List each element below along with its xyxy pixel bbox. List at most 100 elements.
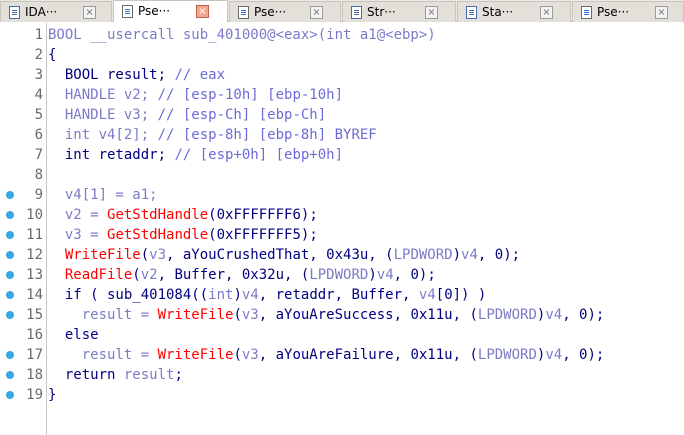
- code-line[interactable]: 17 result = WriteFile(v3, aYouAreFailure…: [0, 345, 684, 365]
- code-line[interactable]: 6 int v4[2]; // [esp-8h] [ebp-8h] BYREF: [0, 125, 684, 145]
- code-token: // [esp-Ch] [ebp-Ch]: [157, 107, 327, 123]
- code-text: int retaddr; // [esp+0h] [ebp+0h]: [48, 145, 343, 165]
- breakpoint-dot-icon[interactable]: [6, 311, 14, 319]
- breakpoint-dot-icon[interactable]: [6, 231, 14, 239]
- line-number: 12: [26, 247, 43, 263]
- code-token: HANDLE v2;: [48, 87, 158, 103]
- code-token: , aYouAreSuccess, 0x11u, (: [258, 307, 478, 323]
- breakpoint-dot-icon[interactable]: [6, 391, 14, 399]
- code-token: LPDWORD: [393, 247, 453, 263]
- code-line[interactable]: 12 WriteFile(v3, aYouCrushedThat, 0x43u,…: [0, 245, 684, 265]
- code-token: LPDWORD: [477, 347, 537, 363]
- breakpoint-dot-icon[interactable]: [6, 191, 14, 199]
- code-token: WriteFile: [48, 247, 141, 263]
- code-text: HANDLE v2; // [esp-10h] [ebp-10h]: [48, 85, 343, 105]
- code-line[interactable]: 8: [0, 165, 684, 185]
- tab-strings[interactable]: Str··· ×: [342, 1, 456, 22]
- close-icon[interactable]: ×: [310, 6, 323, 19]
- code-line[interactable]: 16 else: [0, 325, 684, 345]
- code-token: v4: [418, 287, 436, 303]
- code-token: [0]) ): [435, 287, 487, 303]
- stack-icon: [466, 6, 477, 19]
- code-line[interactable]: 14 if ( sub_401084((int)v4, retaddr, Buf…: [0, 285, 684, 305]
- code-line[interactable]: 3 BOOL result; // eax: [0, 65, 684, 85]
- code-text: result = WriteFile(v3, aYouAreSuccess, 0…: [48, 305, 605, 325]
- tab-label: Pse···: [138, 4, 171, 18]
- code-line[interactable]: 5 HANDLE v3; // [esp-Ch] [ebp-Ch]: [0, 105, 684, 125]
- code-token: result: [123, 367, 175, 383]
- line-number: 1: [34, 27, 43, 43]
- code-token: // [esp-10h] [ebp-10h]: [157, 87, 344, 103]
- line-number: 9: [34, 187, 43, 203]
- close-icon[interactable]: ×: [83, 6, 96, 19]
- code-line[interactable]: 15 result = WriteFile(v3, aYouAreSuccess…: [0, 305, 684, 325]
- tab-ida-view[interactable]: IDA··· ×: [0, 1, 112, 22]
- close-icon[interactable]: ×: [196, 5, 209, 18]
- code-line[interactable]: 10 v2 = GetStdHandle(0xFFFFFFF6);: [0, 205, 684, 225]
- code-text: return result;: [48, 365, 183, 385]
- code-token: v2 =: [48, 207, 108, 223]
- close-icon[interactable]: ×: [425, 6, 438, 19]
- code-token: // eax: [174, 67, 226, 83]
- code-line[interactable]: 1 BOOL __usercall sub_401000@<eax>(int a1…: [0, 25, 684, 45]
- code-token: int retaddr;: [48, 147, 175, 163]
- breakpoint-dot-icon[interactable]: [6, 371, 14, 379]
- breakpoint-dot-icon[interactable]: [6, 271, 14, 279]
- code-token: WriteFile: [157, 347, 234, 363]
- tab-pseudocode-3[interactable]: Pse··· ×: [572, 1, 684, 22]
- code-token: BOOL result;: [48, 67, 175, 83]
- close-icon[interactable]: ×: [540, 6, 553, 19]
- code-line[interactable]: 11 v3 = GetStdHandle(0xFFFFFFF5);: [0, 225, 684, 245]
- breakpoint-dot-icon[interactable]: [6, 351, 14, 359]
- line-number: 13: [26, 267, 43, 283]
- line-number: 14: [26, 287, 43, 303]
- code-token: }: [48, 387, 57, 403]
- code-token: , 0);: [562, 307, 605, 323]
- code-token: LPDWORD: [477, 307, 537, 323]
- code-token: , retaddr, Buffer,: [258, 287, 419, 303]
- line-number: 7: [34, 147, 43, 163]
- tab-pseudocode-2[interactable]: Pse··· ×: [229, 1, 341, 22]
- code-token: WriteFile: [157, 307, 234, 323]
- code-text: else: [48, 325, 99, 345]
- code-line[interactable]: 2{: [0, 45, 684, 65]
- code-text: }: [48, 385, 56, 405]
- code-line[interactable]: 13 ReadFile(v2, Buffer, 0x32u, (LPDWORD)…: [0, 265, 684, 285]
- code-token: , aYouCrushedThat, 0x43u, (: [166, 247, 394, 263]
- close-icon[interactable]: ×: [655, 6, 668, 19]
- line-number: 17: [26, 347, 43, 363]
- code-token: , 0);: [393, 267, 436, 283]
- line-number: 16: [26, 327, 43, 343]
- code-token: v3: [241, 307, 259, 323]
- code-token: ): [233, 287, 242, 303]
- code-token: v4: [241, 287, 259, 303]
- line-number: 15: [26, 307, 43, 323]
- breakpoint-dot-icon[interactable]: [6, 251, 14, 259]
- code-line[interactable]: 18 return result;: [0, 365, 684, 385]
- code-line[interactable]: 7 int retaddr; // [esp+0h] [ebp+0h]: [0, 145, 684, 165]
- tab-pseudocode-active[interactable]: Pse··· ×: [113, 0, 228, 22]
- tab-stack[interactable]: Sta··· ×: [457, 1, 571, 22]
- code-text: WriteFile(v3, aYouCrushedThat, 0x43u, (L…: [48, 245, 520, 265]
- tab-label: Str···: [367, 5, 396, 19]
- code-token: , 0);: [477, 247, 521, 263]
- code-token: , Buffer, 0x32u, (: [157, 267, 310, 283]
- code-text: if ( sub_401084((int)v4, retaddr, Buffer…: [48, 285, 487, 305]
- code-line[interactable]: 19}: [0, 385, 684, 405]
- code-line[interactable]: 4 HANDLE v2; // [esp-10h] [ebp-10h]: [0, 85, 684, 105]
- line-number: 2: [34, 47, 43, 63]
- code-token: int v4[2];: [48, 127, 158, 143]
- breakpoint-dot-icon[interactable]: [6, 291, 14, 299]
- code-text: ReadFile(v2, Buffer, 0x32u, (LPDWORD)v4,…: [48, 265, 436, 285]
- code-token: (: [233, 347, 242, 363]
- code-token: v4[1] = a1;: [48, 187, 158, 203]
- code-line[interactable]: 9 v4[1] = a1;: [0, 185, 684, 205]
- code-token: // [esp+0h] [ebp+0h]: [174, 147, 344, 163]
- breakpoint-dot-icon[interactable]: [6, 211, 14, 219]
- pseudocode-editor[interactable]: 1 BOOL __usercall sub_401000@<eax>(int a1…: [0, 23, 684, 435]
- code-token: v4: [376, 267, 394, 283]
- tab-label: Pse···: [597, 5, 630, 19]
- ida-view-icon: [9, 6, 20, 19]
- code-token: return: [48, 367, 124, 383]
- code-text: v4[1] = a1;: [48, 185, 158, 205]
